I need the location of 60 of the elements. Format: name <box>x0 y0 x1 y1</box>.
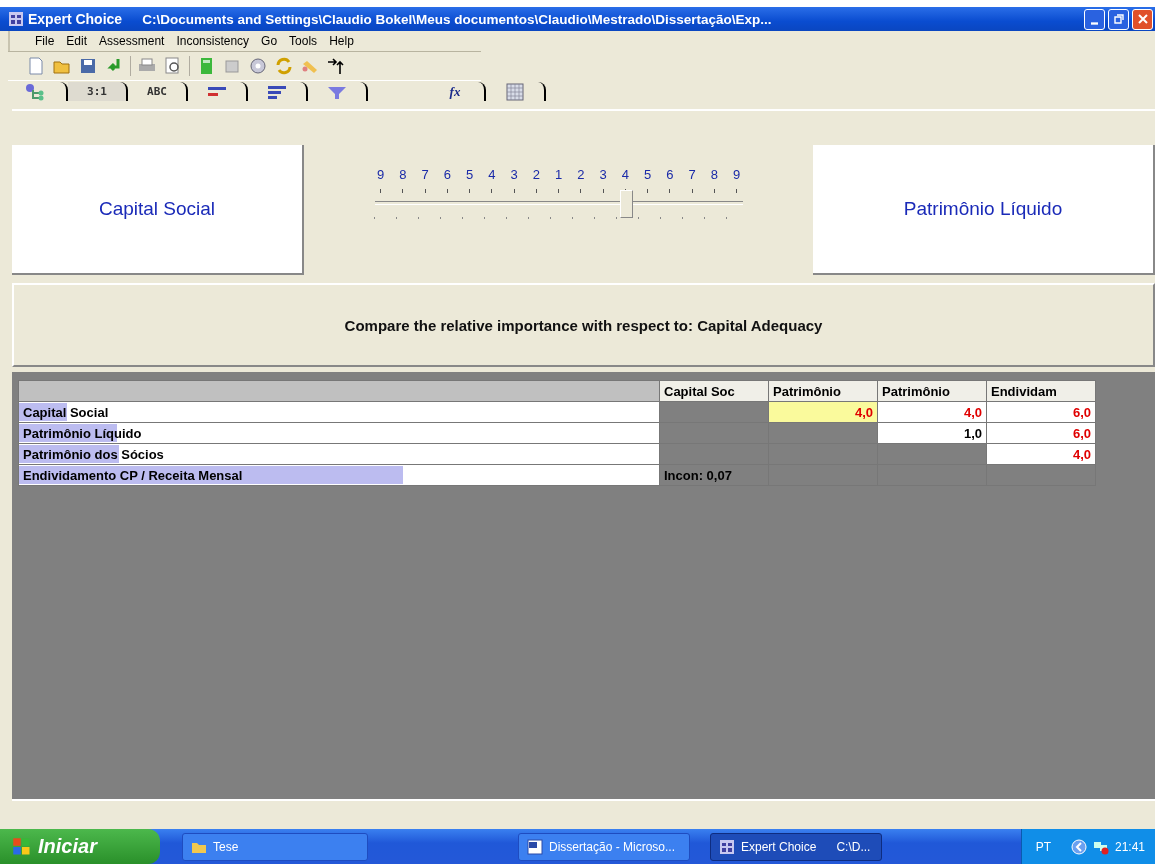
save-icon[interactable] <box>78 56 98 76</box>
minimize-button[interactable] <box>1084 8 1105 30</box>
scale-number: 3 <box>509 167 519 182</box>
scale-number: 7 <box>687 167 697 182</box>
gear-icon[interactable] <box>248 56 268 76</box>
window-title: C:\Documents and Settings\Claudio Bokel\Meus documentos\Claudio\Mestrado\Dissertação\Exp... <box>142 11 773 27</box>
restore-icon <box>1113 14 1124 24</box>
scale-number: 5 <box>464 167 475 182</box>
column-header: Patrimônio <box>877 380 987 402</box>
slider-thumb[interactable] <box>619 190 633 218</box>
view-tab[interactable]: 3:1 <box>68 82 128 101</box>
scale-number: 9 <box>731 167 742 182</box>
scale-number: 6 <box>665 167 675 182</box>
windows-flag-icon <box>12 836 32 857</box>
row-label[interactable]: Patrimônio dos Sócios <box>18 443 660 465</box>
scale-number: 2 <box>531 167 541 182</box>
column-header: Capital Soc <box>659 380 769 402</box>
row-label[interactable]: Patrimônio Líquido <box>18 422 660 444</box>
view-tab[interactable]: fx <box>426 82 486 101</box>
close-button[interactable] <box>1132 8 1153 30</box>
app-icon <box>719 838 735 855</box>
menu-item[interactable]: Edit <box>66 34 88 48</box>
scale-number: 4 <box>487 167 497 182</box>
scale-number: 4 <box>620 167 630 182</box>
menu-item[interactable]: File <box>35 34 55 48</box>
grid-icon <box>503 82 527 101</box>
menu-item[interactable]: Go <box>261 34 278 48</box>
scale-number: 2 <box>576 167 586 182</box>
column-header: Endividam <box>986 380 1096 402</box>
taskbar-button[interactable]: Tese <box>182 832 368 861</box>
scale-number: 8 <box>398 167 408 182</box>
app-icon <box>8 11 24 27</box>
view-tab[interactable]: ABC <box>128 82 188 101</box>
scale-number: 5 <box>642 167 653 182</box>
prompt-text: Compare the relative importance with respect to: Capital Adequacy <box>344 316 823 334</box>
chevron-icon[interactable] <box>1070 838 1087 855</box>
element-name: Capital Social <box>98 198 216 220</box>
element-name: Patrimônio Líquido <box>903 198 1063 220</box>
close-icon <box>1137 14 1148 24</box>
app-name: Expert Choice <box>28 11 123 27</box>
taskbar-button[interactable]: Dissertação - Microso... <box>518 832 690 861</box>
clock: 21:41 <box>1114 839 1145 854</box>
row-label[interactable]: Capital Social <box>18 401 660 423</box>
minimize-icon <box>1091 21 1098 25</box>
restore-button[interactable] <box>1108 8 1129 30</box>
column-header: Patrimônio <box>768 380 878 402</box>
menu-item[interactable]: Help <box>329 34 354 48</box>
menu-item[interactable]: Inconsistency <box>176 34 250 48</box>
row-label[interactable]: Endividamento CP / Receita Mensal <box>18 464 660 486</box>
arrows-icon[interactable] <box>326 56 346 76</box>
scale-number: 1 <box>553 167 564 182</box>
taskbar-button[interactable]: Expert Choice C:\D... <box>710 832 882 861</box>
scale-number: 9 <box>375 167 386 182</box>
document-icon <box>527 838 543 855</box>
scale-number: 7 <box>420 167 430 182</box>
menu-item[interactable]: Assessment <box>99 34 165 48</box>
menu-item[interactable]: Tools <box>289 34 318 48</box>
scale-number: 8 <box>709 167 719 182</box>
scale-number: 3 <box>598 167 608 182</box>
scale-number: 6 <box>442 167 452 182</box>
